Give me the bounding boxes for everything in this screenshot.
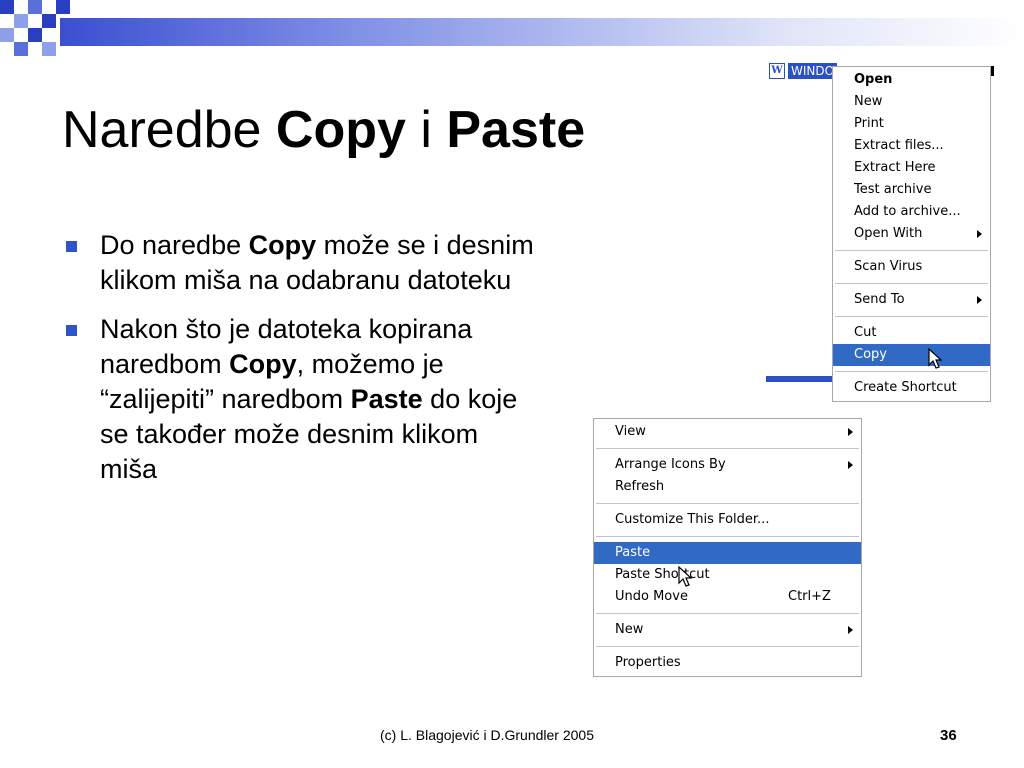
shortcut-label: Ctrl+Z — [788, 589, 831, 604]
file-context-menu: Open New Print Extract files... Extract … — [832, 66, 991, 402]
menu-item-view[interactable]: View — [594, 421, 861, 443]
menu-item-extract-here[interactable]: Extract Here — [833, 157, 990, 179]
menu-item-undo-move[interactable]: Undo Move Ctrl+Z — [594, 586, 861, 608]
decor-square — [42, 14, 56, 28]
menu-item-customize-folder[interactable]: Customize This Folder... — [594, 509, 861, 531]
menu-item-open[interactable]: Open — [833, 69, 990, 91]
menu-item-arrange-icons[interactable]: Arrange Icons By — [594, 454, 861, 476]
menu-item-paste-shortcut[interactable]: Paste Shortcut — [594, 564, 861, 586]
menu-separator — [596, 503, 859, 504]
menu-item-print[interactable]: Print — [833, 113, 990, 135]
word-document-icon[interactable]: W — [769, 63, 785, 79]
menu-item-create-shortcut[interactable]: Create Shortcut — [833, 377, 990, 399]
menu-item-extract-files[interactable]: Extract files... — [833, 135, 990, 157]
menu-separator — [835, 250, 988, 251]
decor-square — [28, 0, 42, 14]
menu-item-new[interactable]: New — [833, 91, 990, 113]
slide-title: Naredbe Copy i Paste — [62, 101, 586, 159]
menu-item-scan-virus[interactable]: Scan Virus — [833, 256, 990, 278]
menu-separator — [835, 316, 988, 317]
header-gradient-bar — [60, 18, 1024, 46]
submenu-arrow-icon — [848, 626, 853, 634]
menu-item-send-to[interactable]: Send To — [833, 289, 990, 311]
decor-square — [56, 0, 70, 14]
menu-item-refresh[interactable]: Refresh — [594, 476, 861, 498]
menu-item-cut[interactable]: Cut — [833, 322, 990, 344]
taskbar-strip — [766, 376, 836, 382]
bullet-item: Do naredbe Copy može se i desnim klikom … — [62, 228, 542, 298]
selected-file[interactable]: WINDO — [788, 63, 837, 79]
decor-square — [28, 28, 42, 42]
bullet-item: Nakon što je datoteka kopirana naredbom … — [62, 312, 542, 487]
menu-item-test-archive[interactable]: Test archive — [833, 179, 990, 201]
menu-separator — [596, 536, 859, 537]
decor-square — [0, 0, 14, 14]
submenu-arrow-icon — [848, 461, 853, 469]
menu-item-properties[interactable]: Properties — [594, 652, 861, 674]
menu-item-open-with[interactable]: Open With — [833, 223, 990, 245]
menu-separator — [596, 448, 859, 449]
bullet-list: Do naredbe Copy može se i desnim klikom … — [62, 228, 542, 501]
mouse-cursor-icon — [928, 348, 943, 369]
header-decoration — [0, 0, 1024, 60]
menu-item-paste[interactable]: Paste — [594, 542, 861, 564]
menu-item-add-to-archive[interactable]: Add to archive... — [833, 201, 990, 223]
menu-separator — [835, 283, 988, 284]
decor-square — [42, 42, 56, 56]
menu-separator — [596, 613, 859, 614]
bullet-square-icon — [66, 241, 77, 252]
mouse-cursor-icon — [678, 566, 693, 587]
submenu-arrow-icon — [977, 296, 982, 304]
menu-item-new[interactable]: New — [594, 619, 861, 641]
page-number: 36 — [940, 727, 957, 744]
slide-footer: (c) L. Blagojević i D.Grundler 2005 — [380, 727, 594, 743]
decor-square — [0, 28, 14, 42]
decor-square — [14, 42, 28, 56]
menu-separator — [835, 371, 988, 372]
decor-square — [14, 14, 28, 28]
submenu-arrow-icon — [977, 230, 982, 238]
bullet-square-icon — [66, 325, 77, 336]
submenu-arrow-icon — [848, 428, 853, 436]
menu-item-copy[interactable]: Copy — [833, 344, 990, 366]
folder-context-menu: View Arrange Icons By Refresh Customize … — [593, 418, 862, 677]
menu-separator — [596, 646, 859, 647]
